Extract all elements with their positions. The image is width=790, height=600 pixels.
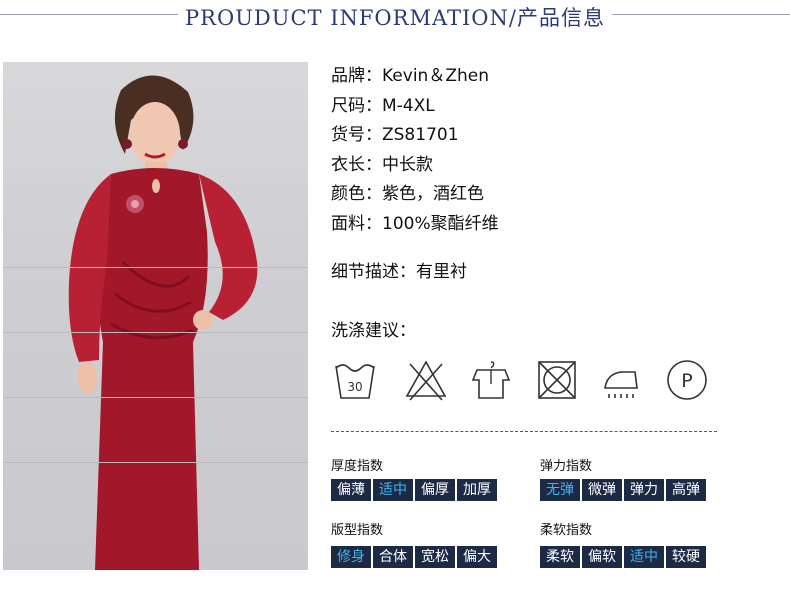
softness-option: 偏软 — [582, 546, 622, 568]
softness-option: 较硬 — [666, 546, 706, 568]
section-title: PROUDUCT INFORMATION/产品信息 — [185, 6, 605, 30]
wash-title: 洗涤建议： — [331, 321, 416, 341]
iron-icon — [604, 371, 638, 398]
fit-option: 宽松 — [415, 546, 455, 568]
divider — [331, 431, 717, 432]
model-in-red-dress — [68, 75, 258, 570]
item-number-row: 货号：ZS81701 — [331, 125, 459, 146]
detail-description: 细节描述：有里衬 — [331, 262, 467, 282]
elasticity-option: 高弹 — [666, 479, 706, 501]
thickness-option: 偏薄 — [331, 479, 371, 501]
color-row: 颜色：紫色，酒红色 — [331, 184, 484, 205]
product-photo — [3, 62, 308, 570]
fit-option: 偏大 — [457, 546, 497, 568]
wash-temp-label: 30 — [347, 380, 362, 394]
hang-dry-icon — [471, 361, 511, 399]
dry-clean-p-label: P — [681, 370, 692, 392]
fit-index-options: 修身 合体 宽松 偏大 — [331, 546, 497, 568]
header-rule-right — [612, 14, 790, 15]
fabric-row: 面料：100%聚酯纤维 — [331, 213, 499, 234]
fit-index-title: 版型指数 — [331, 523, 384, 538]
product-info: 品牌：Kevin＆Zhen 尺码：M-4XL 货号：ZS81701 衣长：中长款… — [331, 62, 499, 240]
softness-option: 柔软 — [540, 546, 580, 568]
wash-30-icon: 30 — [335, 364, 375, 399]
fit-option-selected: 修身 — [331, 546, 371, 568]
length-row: 衣长：中长款 — [331, 154, 433, 175]
thickness-option: 偏厚 — [415, 479, 455, 501]
dry-clean-p-icon: P — [667, 360, 707, 400]
softness-option-selected: 适中 — [624, 546, 664, 568]
thickness-option-selected: 适中 — [373, 479, 413, 501]
elasticity-index-options: 无弹 微弹 弹力 高弹 — [540, 479, 706, 501]
thickness-option: 加厚 — [457, 479, 497, 501]
care-icons: 30 P — [331, 358, 721, 408]
fit-option: 合体 — [373, 546, 413, 568]
thickness-index-title: 厚度指数 — [331, 459, 384, 474]
softness-index-options: 柔软 偏软 适中 较硬 — [540, 546, 706, 568]
elasticity-index-title: 弹力指数 — [540, 459, 593, 474]
softness-index-title: 柔软指数 — [540, 523, 593, 538]
no-bleach-icon — [405, 360, 447, 401]
header-rule-left — [0, 14, 178, 15]
brand-row: 品牌：Kevin＆Zhen — [331, 66, 489, 86]
elasticity-option: 弹力 — [624, 479, 664, 501]
section-header: PROUDUCT INFORMATION/产品信息 — [0, 0, 790, 34]
size-row: 尺码：M-4XL — [331, 95, 435, 116]
no-tumble-dry-icon — [538, 361, 576, 399]
elasticity-option-selected: 无弹 — [540, 479, 580, 501]
elasticity-option: 微弹 — [582, 479, 622, 501]
thickness-index-options: 偏薄 适中 偏厚 加厚 — [331, 479, 497, 501]
